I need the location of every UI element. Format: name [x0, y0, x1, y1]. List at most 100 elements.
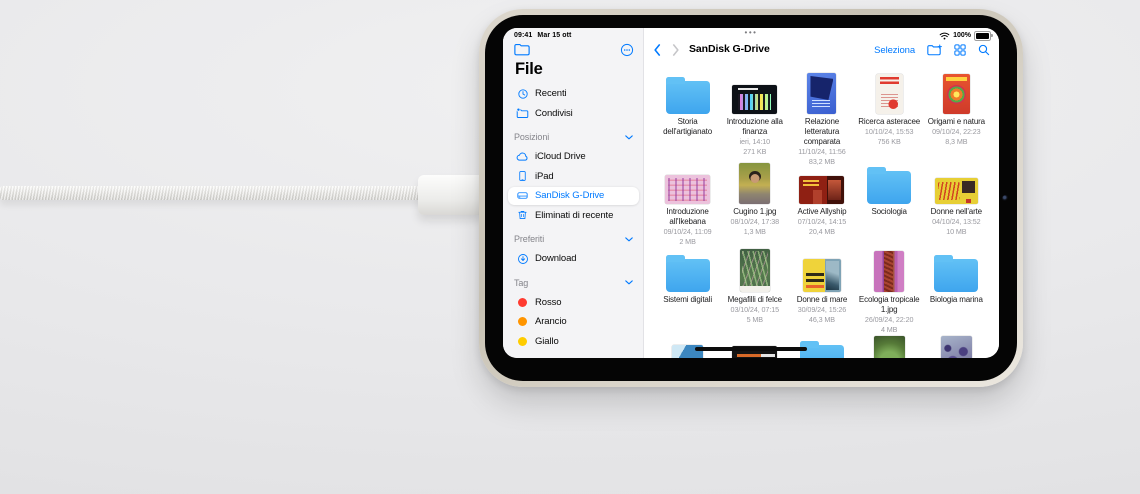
tag-dot [518, 298, 527, 307]
file-item-introduzione-alla-finanza[interactable]: Introduzione alla finanzaieri, 14:10271 … [721, 70, 788, 167]
cloud-icon [514, 151, 531, 162]
sidebar-item-eliminati-di-recente[interactable]: Eliminati di recente [503, 206, 643, 226]
file-date: 09/10/24, 11:09 [664, 227, 712, 237]
ipad-device: 09:41 Mar 15 ott ••• 100% File [479, 9, 1023, 387]
search-icon[interactable] [978, 44, 990, 56]
file-date: 07/10/24, 14:15 [798, 217, 846, 227]
file-name: Active Allyship [798, 207, 847, 217]
file-date: 04/10/24, 13:52 [932, 217, 980, 227]
file-date: 08/10/24, 17:38 [731, 217, 779, 227]
file-date: 10/10/24, 15:53 [865, 127, 913, 137]
file-item-cugino-1-jpg[interactable]: Cugino 1.jpg08/10/24, 17:381,3 MB [721, 160, 788, 247]
chevron-down-icon[interactable] [625, 135, 633, 140]
file-size: 4 MB [881, 325, 897, 335]
file-item-relazione-letteratura-comparata[interactable]: Relazione letteratura comparata11/10/24,… [788, 70, 855, 167]
file-thumbnail [935, 178, 978, 204]
file-item-partial[interactable] [923, 336, 990, 358]
file-size: 46,3 MB [809, 315, 835, 325]
chevron-down-icon[interactable] [625, 237, 633, 242]
sidebar-item-label: iCloud Drive [535, 151, 586, 162]
folder-icon [666, 259, 710, 292]
file-thumbnail [876, 74, 903, 114]
file-name: Megafilli di felce [728, 295, 782, 305]
file-name: Introduzione alla finanza [722, 117, 788, 137]
sidebar-item-recenti[interactable]: Recenti [503, 84, 643, 104]
new-folder-icon[interactable] [927, 44, 942, 56]
sidebar-item-condivisi[interactable]: Condivisi [503, 104, 643, 124]
sidebar-section-preferiti[interactable]: Preferiti [503, 230, 643, 250]
usb-cable-connector [418, 175, 482, 215]
section-label: Posizioni [514, 132, 549, 142]
toolbar-actions: Seleziona [874, 41, 990, 59]
file-size: 10 MB [946, 227, 966, 237]
sidebar-item-rosso[interactable]: Rosso [503, 293, 643, 313]
file-date: 11/10/24, 11:56 [798, 147, 845, 157]
file-name: Relazione letteratura comparata [789, 117, 855, 147]
sidebar-item-ipad[interactable]: iPad [503, 167, 643, 187]
tag-color-icon [514, 337, 531, 346]
back-chevron-icon[interactable] [653, 44, 661, 56]
select-button[interactable]: Seleziona [874, 45, 915, 56]
file-thumbnail [739, 163, 770, 204]
file-item-partial[interactable] [856, 336, 923, 358]
sidebar-item-giallo[interactable]: Giallo [503, 332, 643, 352]
usb-cable [0, 186, 424, 200]
sidebar-section-posizioni[interactable]: Posizioni [503, 128, 643, 148]
file-thumbnail [807, 73, 836, 114]
multitask-indicator[interactable]: ••• [745, 28, 758, 37]
file-date: 09/10/24, 22:23 [932, 127, 980, 137]
sidebar-item-arancio[interactable]: Arancio [503, 312, 643, 332]
file-item-megafilli-di-felce[interactable]: Megafilli di felce03/10/24, 07:155 MB [721, 248, 788, 335]
file-name: Sociologia [871, 207, 906, 217]
file-item-sistemi-digitali[interactable]: Sistemi digitali [654, 248, 721, 335]
clock-icon [514, 88, 531, 100]
ipad-bezel: 09:41 Mar 15 ott ••• 100% File [485, 15, 1017, 381]
sidebar-item-download[interactable]: Download [503, 249, 643, 269]
file-size: 5 MB [747, 315, 763, 325]
sidebar-item-icloud-drive[interactable]: iCloud Drive [503, 147, 643, 167]
section-label: Preferiti [514, 234, 544, 244]
sidebar-section-tag[interactable]: Tag [503, 273, 643, 293]
status-date: Mar 15 ott [537, 32, 571, 39]
status-bar-right: 100% [939, 31, 991, 41]
front-camera [1002, 195, 1009, 202]
tag-color-icon [514, 298, 531, 307]
chevron-down-icon[interactable] [625, 280, 633, 285]
ipad-icon [514, 170, 531, 182]
file-thumbnail [740, 249, 770, 292]
sidebar-item-label: iPad [535, 171, 554, 182]
section-label: Tag [514, 278, 528, 288]
sidebar-toggle-icon[interactable] [514, 43, 530, 56]
file-item-ecologia-tropicale-1-jpg[interactable]: Ecologia tropicale 1.jpg26/09/24, 22:204… [856, 248, 923, 335]
home-indicator[interactable] [695, 347, 807, 351]
file-size: 271 KB [743, 147, 766, 157]
ipad-screen: 09:41 Mar 15 ott ••• 100% File [503, 28, 999, 358]
file-thumbnail [803, 259, 841, 292]
file-item-introduzione-all-ikebana[interactable]: Introduzione all'Ikebana09/10/24, 11:092… [654, 160, 721, 247]
files-main-pane: SanDisk G-Drive Seleziona [644, 28, 999, 358]
file-item-storia-dell-artigianato[interactable]: Storia dell'artigianato [654, 70, 721, 167]
file-item-ricerca-asteracee[interactable]: Ricerca asteracee10/10/24, 15:53756 KB [856, 70, 923, 167]
battery-percent: 100% [953, 32, 971, 39]
file-item-biologia-marina[interactable]: Biologia marina [923, 248, 990, 335]
file-item-sociologia[interactable]: Sociologia [856, 160, 923, 247]
battery-icon [974, 31, 991, 41]
file-item-donne-nell-arte[interactable]: Donne nell'arte04/10/24, 13:5210 MB [923, 160, 990, 247]
file-item-active-allyship[interactable]: Active Allyship07/10/24, 14:1520,4 MB [788, 160, 855, 247]
forward-chevron-icon[interactable] [672, 44, 680, 56]
sidebar-app-title: File [515, 60, 543, 79]
file-item-donne-di-mare[interactable]: Donne di mare30/09/24, 15:2646,3 MB [788, 248, 855, 335]
drive-icon [514, 190, 531, 201]
file-size: 20,4 MB [809, 227, 835, 237]
sidebar-item-label: Rosso [535, 297, 561, 308]
status-bar-left: 09:41 Mar 15 ott [514, 32, 571, 39]
file-item-origami-e-natura[interactable]: Origami e natura09/10/24, 22:238,3 MB [923, 70, 990, 167]
more-options-icon[interactable] [620, 43, 634, 57]
grid-view-icon[interactable] [954, 44, 966, 56]
file-thumbnail [874, 251, 904, 292]
file-name: Sistemi digitali [663, 295, 712, 305]
sidebar-item-sandisk-g-drive[interactable]: SanDisk G-Drive [503, 186, 643, 206]
file-name: Donne di mare [797, 295, 848, 305]
file-date: 26/09/24, 22:20 [865, 315, 913, 325]
file-name: Storia dell'artigianato [655, 117, 721, 137]
